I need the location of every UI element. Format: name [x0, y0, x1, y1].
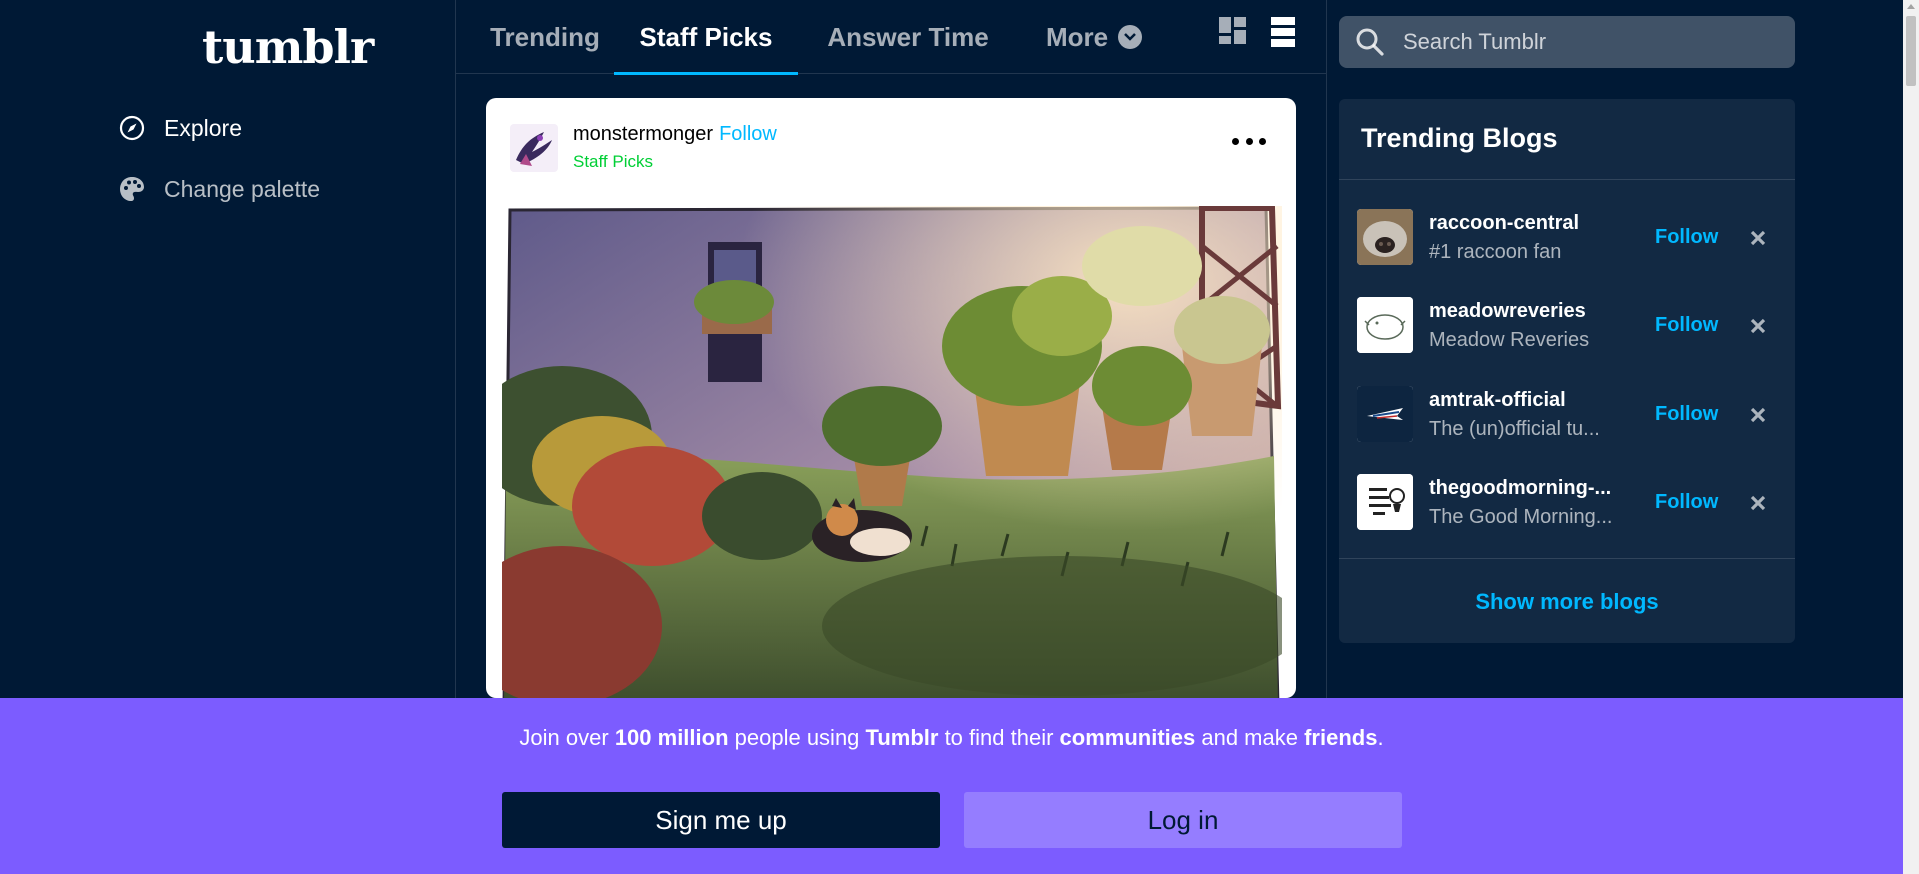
banner-text-part: to find their — [938, 725, 1060, 750]
side-nav: Explore Change palette — [118, 110, 320, 232]
post-subtitle[interactable]: Staff Picks — [573, 152, 653, 172]
post-header: monstermonger Follow — [573, 123, 777, 146]
sidebar-item-explore[interactable]: Explore — [118, 110, 320, 146]
search-icon — [1355, 27, 1385, 57]
banner-text-part: . — [1377, 725, 1384, 750]
blog-name[interactable]: amtrak-official — [1429, 389, 1566, 412]
trending-blog-row[interactable]: amtrak-official The (un)official tu... F… — [1357, 386, 1777, 444]
blog-description: The (un)official tu... — [1429, 418, 1600, 440]
tab-label: Answer Time — [827, 21, 989, 52]
search-bar[interactable] — [1339, 16, 1795, 68]
scroll-up-arrow-icon[interactable] — [1907, 4, 1915, 9]
follow-button[interactable]: Follow — [1655, 226, 1718, 249]
sign-up-button[interactable]: Sign me up — [502, 792, 940, 848]
chevron-down-icon — [1118, 25, 1143, 49]
trending-blogs-panel: Trending Blogs raccoon-central #1 raccoo… — [1339, 99, 1795, 643]
more-options-icon[interactable] — [1232, 134, 1266, 148]
trending-blog-row[interactable]: thegoodmorning-... The Good Morning... F… — [1357, 474, 1777, 532]
post-follow-button[interactable]: Follow — [719, 123, 777, 145]
blog-description: #1 raccoon fan — [1429, 241, 1562, 263]
close-icon[interactable] — [1747, 315, 1769, 337]
grid-view-icon[interactable] — [1218, 16, 1248, 48]
blog-description: The Good Morning... — [1429, 506, 1613, 528]
banner-text: Join over 100 million people using Tumbl… — [0, 725, 1903, 751]
blog-name[interactable]: meadowreveries — [1429, 300, 1586, 323]
trending-blog-row[interactable]: raccoon-central #1 raccoon fan Follow — [1357, 209, 1777, 267]
tumblr-logo[interactable]: tumblr — [202, 20, 374, 74]
banner-text-bold: Tumblr — [865, 725, 939, 750]
follow-button[interactable]: Follow — [1655, 403, 1718, 426]
palette-icon — [118, 175, 146, 203]
signup-banner: Join over 100 million people using Tumbl… — [0, 698, 1903, 874]
sidebar-item-change-palette[interactable]: Change palette — [118, 171, 320, 207]
list-view-icon[interactable] — [1270, 16, 1300, 48]
tab-answer-time[interactable]: Answer Time — [820, 0, 996, 74]
trending-blog-row[interactable]: meadowreveries Meadow Reveries Follow — [1357, 297, 1777, 355]
tab-more[interactable]: More — [1022, 0, 1166, 74]
avatar[interactable] — [1357, 297, 1413, 353]
banner-text-part: Join over — [519, 725, 615, 750]
tab-label: Trending — [490, 21, 600, 52]
tab-trending[interactable]: Trending — [480, 0, 610, 74]
explore-tabs: Trending Staff Picks Answer Time More — [456, 0, 1326, 75]
avatar[interactable] — [1357, 386, 1413, 442]
banner-text-bold: friends — [1304, 725, 1378, 750]
avatar[interactable] — [1357, 474, 1413, 530]
avatar[interactable] — [510, 124, 558, 172]
tab-label: Staff Picks — [639, 21, 773, 52]
avatar[interactable] — [1357, 209, 1413, 265]
post-card: monstermonger Follow Staff Picks — [486, 98, 1296, 698]
divider — [1339, 179, 1795, 180]
trending-blogs-title: Trending Blogs — [1361, 123, 1558, 153]
compass-icon — [118, 114, 146, 142]
blog-name[interactable]: thegoodmorning-... — [1429, 477, 1611, 500]
divider — [1339, 558, 1795, 559]
tab-label: More — [1045, 21, 1109, 52]
sidebar-item-label: Change palette — [164, 175, 321, 202]
post-username[interactable]: monstermonger — [573, 123, 713, 145]
close-icon[interactable] — [1747, 227, 1769, 249]
close-icon[interactable] — [1747, 492, 1769, 514]
banner-text-part: people using — [728, 725, 866, 750]
tab-staff-picks[interactable]: Staff Picks — [614, 0, 798, 75]
show-more-blogs-button[interactable]: Show more blogs — [1339, 589, 1795, 615]
banner-text-part: and make — [1195, 725, 1305, 750]
search-input[interactable] — [1403, 29, 1763, 55]
scrollbar-thumb[interactable] — [1906, 16, 1916, 86]
blog-description: Meadow Reveries — [1429, 329, 1590, 351]
follow-button[interactable]: Follow — [1655, 314, 1718, 337]
scrollbar[interactable] — [1903, 0, 1919, 874]
banner-text-bold: 100 million — [614, 725, 729, 750]
blog-name[interactable]: raccoon-central — [1429, 212, 1579, 235]
post-image[interactable] — [486, 205, 1296, 698]
close-icon[interactable] — [1747, 404, 1769, 426]
log-in-button[interactable]: Log in — [964, 792, 1402, 848]
follow-button[interactable]: Follow — [1655, 491, 1718, 514]
sidebar-item-label: Explore — [164, 114, 242, 141]
banner-text-bold: communities — [1059, 725, 1196, 750]
